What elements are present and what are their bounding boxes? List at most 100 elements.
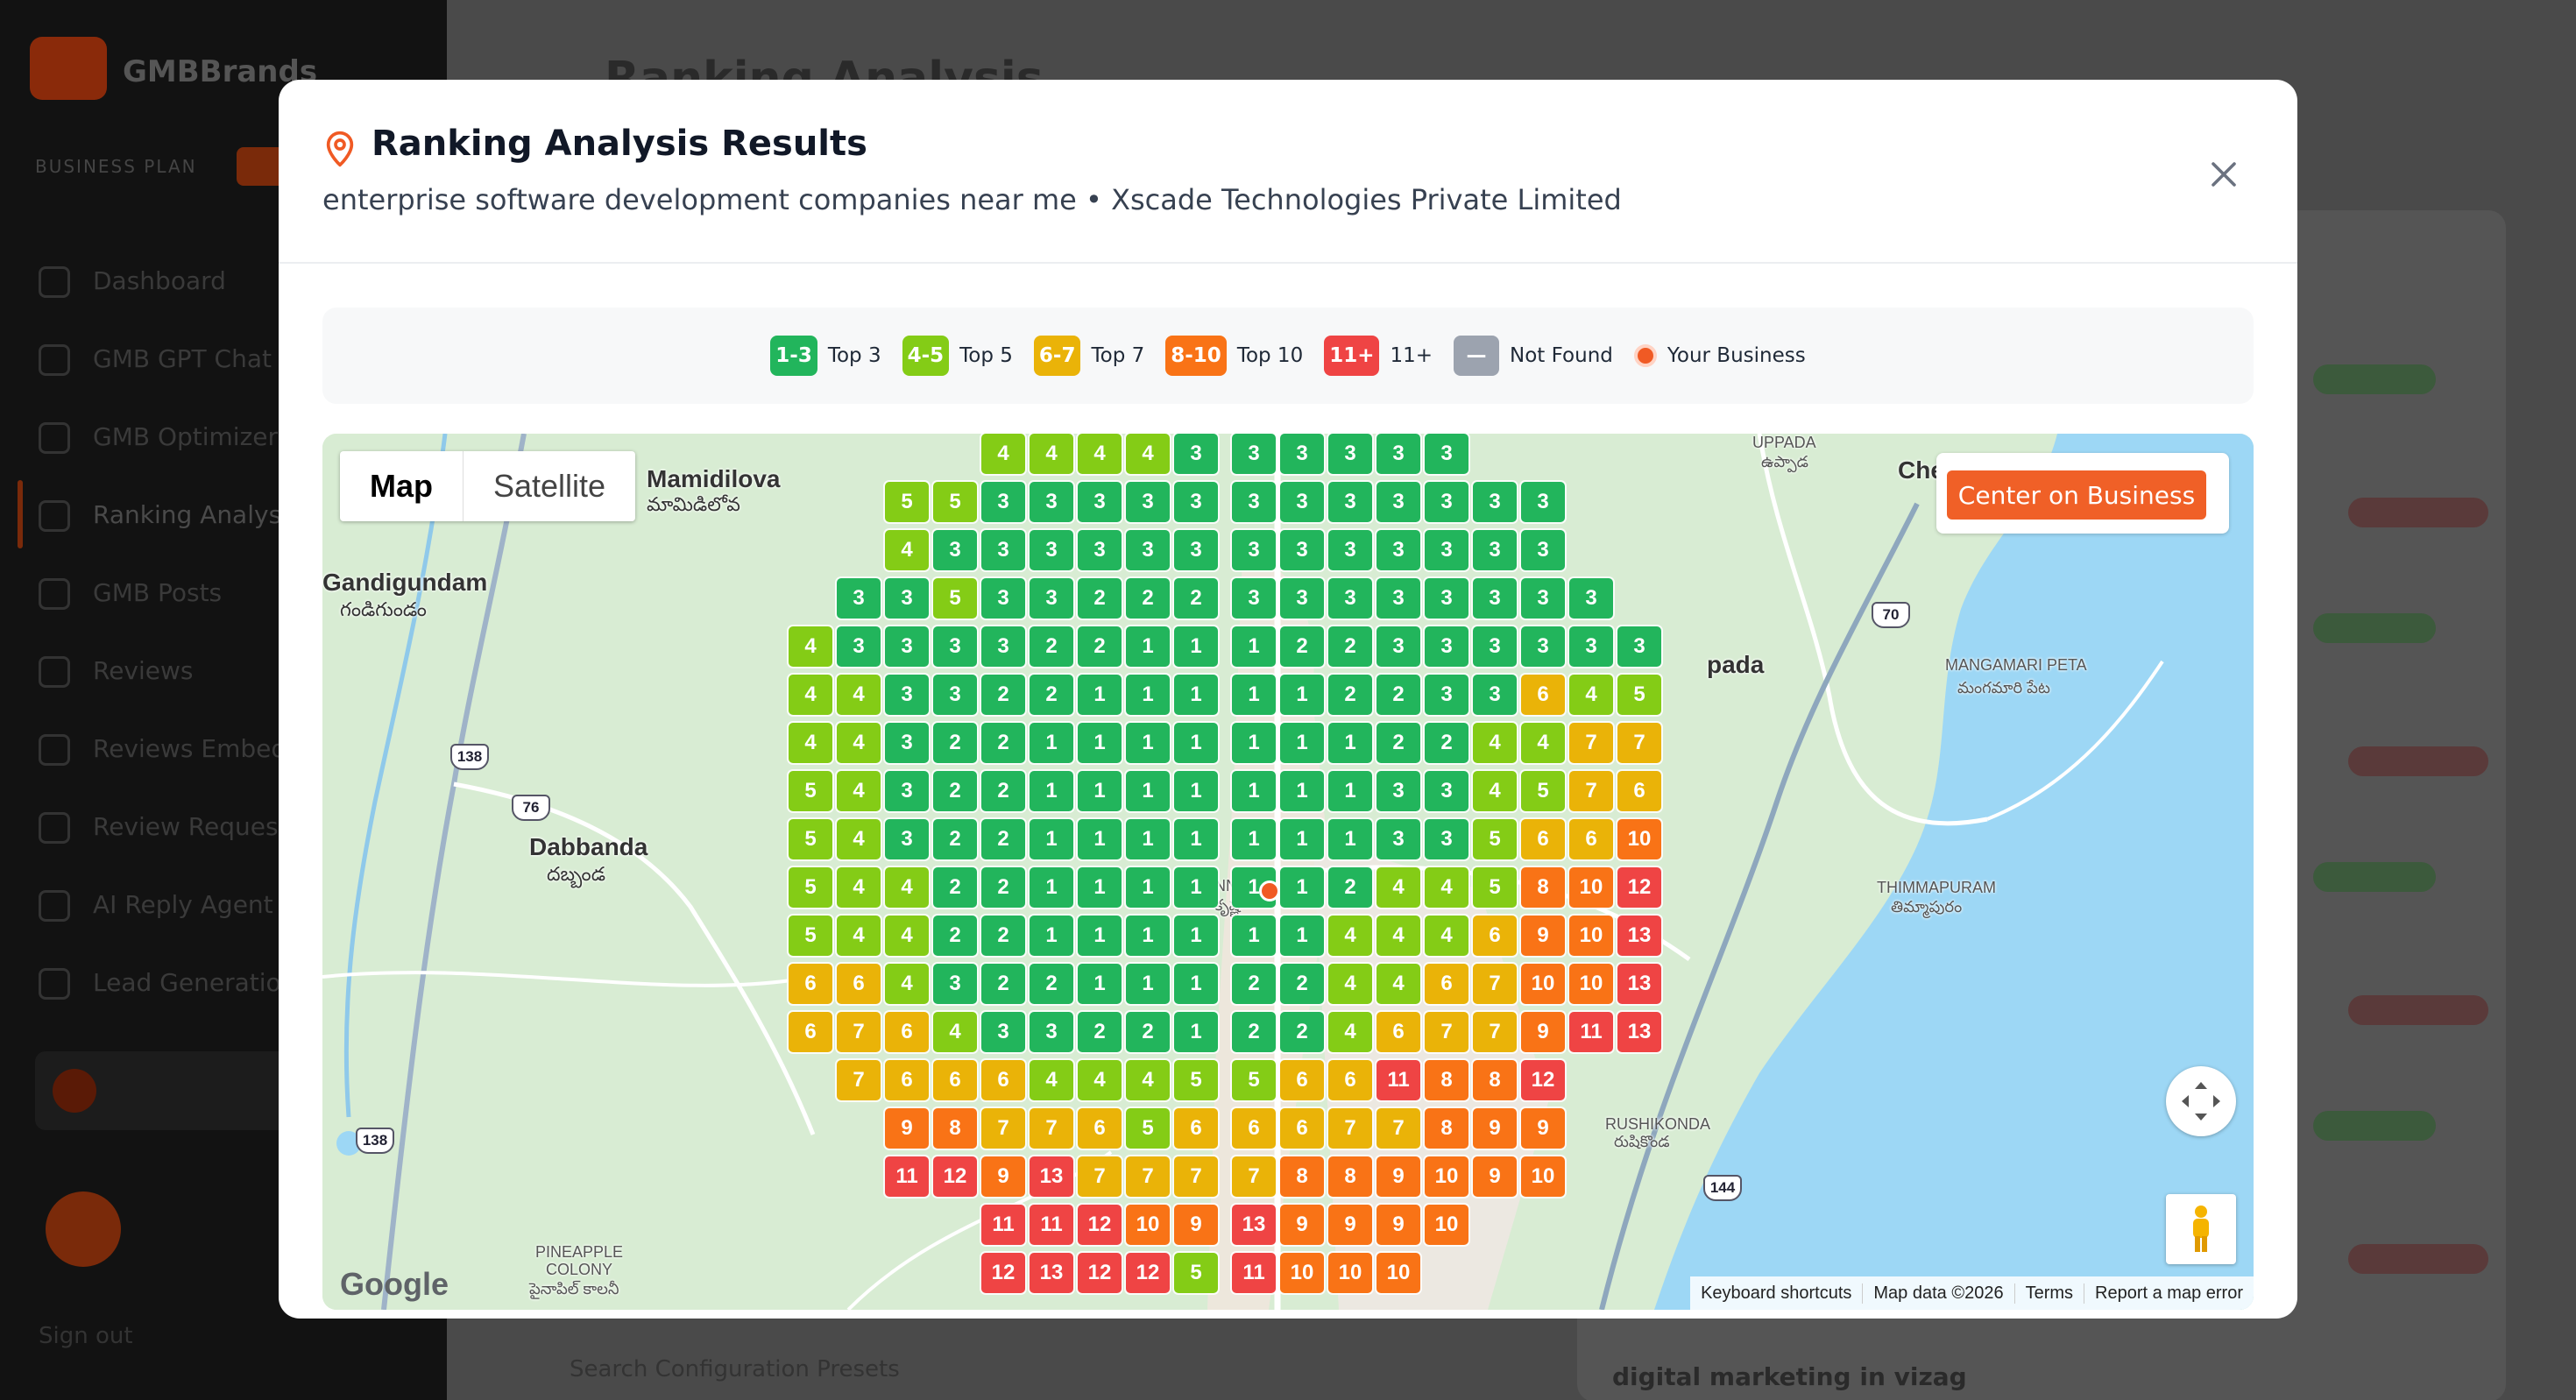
rank-cell[interactable]: 9 (1521, 1012, 1565, 1052)
rank-cell[interactable]: 3 (1569, 578, 1613, 619)
rank-cell[interactable]: 2 (1280, 964, 1324, 1004)
rank-cell[interactable]: 6 (1569, 819, 1613, 859)
rank-cell[interactable]: 11 (1030, 1205, 1073, 1245)
rank-cell[interactable]: 6 (885, 1060, 929, 1100)
rank-cell[interactable]: 10 (1126, 1205, 1170, 1245)
rank-cell[interactable]: 5 (1232, 1060, 1276, 1100)
rank-cell[interactable]: 1 (1078, 964, 1122, 1004)
rank-cell[interactable]: 4 (837, 867, 881, 908)
rank-cell[interactable]: 1 (1030, 819, 1073, 859)
rank-cell[interactable]: 1 (1030, 723, 1073, 763)
rank-cell[interactable]: 7 (1569, 723, 1613, 763)
rank-cell[interactable]: 3 (1232, 434, 1276, 474)
sidebar-item-review-request[interactable]: Review Request (39, 812, 301, 847)
rank-cell[interactable]: 3 (837, 578, 881, 619)
rank-cell[interactable]: 5 (789, 867, 832, 908)
rank-cell[interactable]: 1 (1328, 723, 1372, 763)
rank-cell[interactable]: 8 (1280, 1156, 1324, 1197)
rank-cell[interactable]: 3 (933, 964, 977, 1004)
close-icon[interactable] (2203, 153, 2245, 195)
rank-cell[interactable]: 1 (1328, 819, 1372, 859)
rank-cell[interactable]: 3 (1376, 578, 1420, 619)
rank-cell[interactable]: 2 (933, 867, 977, 908)
rank-cell[interactable]: 9 (1376, 1205, 1420, 1245)
rank-cell[interactable]: 9 (1174, 1205, 1218, 1245)
rank-cell[interactable]: 8 (1521, 867, 1565, 908)
rank-cell[interactable]: 6 (789, 964, 832, 1004)
rank-cell[interactable]: 4 (1425, 867, 1468, 908)
rank-cell[interactable]: 2 (1078, 626, 1122, 667)
rank-cell[interactable]: 1 (1232, 675, 1276, 715)
rank-cell[interactable]: 1 (1078, 819, 1122, 859)
rank-cell[interactable]: 4 (1078, 1060, 1122, 1100)
sidebar-item-reviews-embed[interactable]: Reviews Embed (39, 734, 301, 769)
rank-cell[interactable]: 4 (885, 916, 929, 956)
rank-cell[interactable]: 7 (1473, 1012, 1517, 1052)
rank-cell[interactable]: 1 (1174, 964, 1218, 1004)
rank-cell[interactable]: 2 (981, 675, 1025, 715)
rank-cell[interactable]: 4 (837, 916, 881, 956)
rank-cell[interactable]: 9 (981, 1156, 1025, 1197)
rank-cell[interactable]: 5 (1617, 675, 1661, 715)
rank-cell[interactable]: 3 (885, 723, 929, 763)
rank-cell[interactable]: 3 (1425, 819, 1468, 859)
rank-cell[interactable]: 4 (1126, 434, 1170, 474)
rank-cell[interactable]: 6 (1376, 1012, 1420, 1052)
rank-cell[interactable]: 5 (1126, 1108, 1170, 1149)
rank-cell[interactable]: 1 (1280, 916, 1324, 956)
sidebar-item-dashboard[interactable]: Dashboard (39, 266, 301, 301)
rank-cell[interactable]: 3 (1569, 626, 1613, 667)
rank-cell[interactable]: 3 (1376, 434, 1420, 474)
rank-cell[interactable]: 6 (1280, 1108, 1324, 1149)
rank-cell[interactable]: 2 (1232, 1012, 1276, 1052)
rank-cell[interactable]: 11 (885, 1156, 929, 1197)
sidebar-item-ranking-analysis[interactable]: Ranking Analysis (39, 500, 301, 535)
rank-cell[interactable]: 7 (1078, 1156, 1122, 1197)
rank-cell[interactable]: 3 (1232, 530, 1276, 570)
rank-cell[interactable]: 1 (1232, 626, 1276, 667)
rank-cell[interactable]: 3 (1328, 434, 1372, 474)
rank-cell[interactable]: 1 (1232, 916, 1276, 956)
rank-cell[interactable]: 3 (981, 482, 1025, 522)
rank-cell[interactable]: 4 (789, 675, 832, 715)
rank-cell[interactable]: 3 (885, 675, 929, 715)
rank-cell[interactable]: 1 (1126, 675, 1170, 715)
rank-cell[interactable]: 1 (1030, 771, 1073, 811)
sidebar-item-gmb-optimizer[interactable]: GMB Optimizer (39, 422, 301, 457)
street-view-pegman[interactable] (2166, 1194, 2236, 1264)
rank-cell[interactable]: 1 (1280, 723, 1324, 763)
rank-cell[interactable]: 1 (1078, 916, 1122, 956)
rank-cell[interactable]: 11 (981, 1205, 1025, 1245)
rank-cell[interactable]: 2 (981, 916, 1025, 956)
rank-cell[interactable]: 3 (1280, 578, 1324, 619)
rank-cell[interactable]: 1 (1174, 819, 1218, 859)
rank-cell[interactable]: 7 (1473, 964, 1517, 1004)
rank-cell[interactable]: 5 (933, 482, 977, 522)
rank-cell[interactable]: 7 (981, 1108, 1025, 1149)
rank-cell[interactable]: 9 (1328, 1205, 1372, 1245)
rank-cell[interactable]: 1 (1232, 771, 1276, 811)
rank-cell[interactable]: 7 (1030, 1108, 1073, 1149)
rank-cell[interactable]: 7 (1617, 723, 1661, 763)
rank-cell[interactable]: 2 (1078, 1012, 1122, 1052)
rank-cell[interactable]: 2 (1280, 1012, 1324, 1052)
rank-cell[interactable]: 6 (885, 1012, 929, 1052)
rank-cell[interactable]: 4 (1376, 867, 1420, 908)
rank-cell[interactable]: 5 (789, 819, 832, 859)
rank-cell[interactable]: 2 (1376, 675, 1420, 715)
rank-cell[interactable]: 6 (933, 1060, 977, 1100)
rank-cell[interactable]: 3 (1425, 434, 1468, 474)
rank-cell[interactable]: 6 (1280, 1060, 1324, 1100)
rank-cell[interactable]: 1 (1030, 867, 1073, 908)
rank-cell[interactable]: 3 (981, 530, 1025, 570)
rank-cell[interactable]: 6 (1174, 1108, 1218, 1149)
rank-cell[interactable]: 4 (1473, 771, 1517, 811)
rank-cell[interactable]: 4 (1126, 1060, 1170, 1100)
rank-cell[interactable]: 6 (1521, 819, 1565, 859)
rank-cell[interactable]: 6 (789, 1012, 832, 1052)
rank-cell[interactable]: 2 (981, 867, 1025, 908)
rank-cell[interactable]: 13 (1030, 1253, 1073, 1293)
rank-cell[interactable]: 3 (1521, 482, 1565, 522)
rank-cell[interactable]: 11 (1569, 1012, 1613, 1052)
rank-cell[interactable]: 4 (789, 626, 832, 667)
